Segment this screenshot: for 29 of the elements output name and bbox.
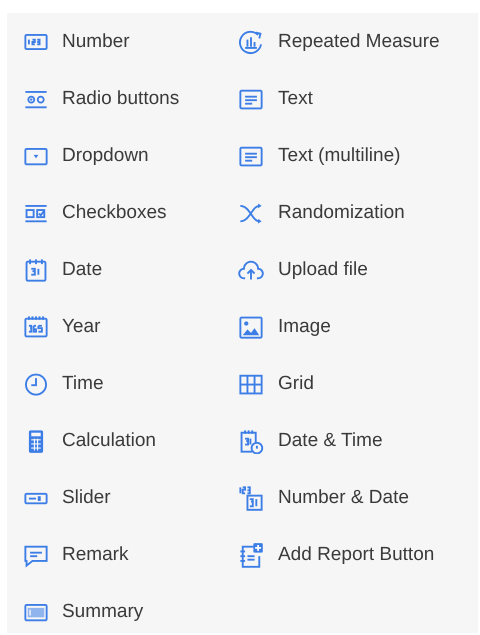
field-type-item[interactable]: Number [62, 30, 130, 52]
field-type-item[interactable]: Text (multiline) [278, 144, 400, 166]
calendar-clock-icon [238, 428, 264, 454]
field-type-item[interactable]: Text [278, 88, 313, 110]
calendar-icon [23, 314, 49, 340]
field-type-item[interactable]: Dropdown [62, 144, 149, 166]
field-type-item[interactable]: Slider [62, 486, 111, 508]
field-type-item[interactable]: Date [62, 258, 102, 280]
image-icon [238, 314, 264, 340]
field-type-item[interactable]: Image [278, 316, 331, 338]
repeat-chart-icon [238, 28, 264, 54]
field-type-item[interactable]: Remark [62, 544, 129, 566]
field-type-item[interactable]: Grid [278, 372, 314, 394]
clock-icon [23, 370, 49, 396]
field-type-item[interactable]: Radio buttons [62, 88, 180, 110]
field-type-item[interactable]: Number & Date [278, 486, 409, 508]
field-type-item[interactable]: Repeated Measure [278, 30, 440, 52]
field-type-item[interactable]: Checkboxes [62, 202, 167, 224]
field-type-item[interactable]: Date & Time [278, 430, 383, 452]
report-add-icon [238, 542, 264, 568]
field-type-item[interactable]: Summary [62, 600, 144, 622]
field-type-item[interactable]: Upload file [278, 258, 368, 280]
field-type-item[interactable]: Calculation [62, 430, 156, 452]
field-type-item[interactable]: Year [62, 316, 100, 338]
field-type-item[interactable]: Add Report Button [278, 544, 434, 566]
calendar-icon [23, 256, 49, 282]
field-type-item[interactable]: Randomization [278, 202, 405, 224]
field-type-item[interactable]: Time [62, 372, 104, 394]
number-calendar-icon [238, 484, 264, 510]
